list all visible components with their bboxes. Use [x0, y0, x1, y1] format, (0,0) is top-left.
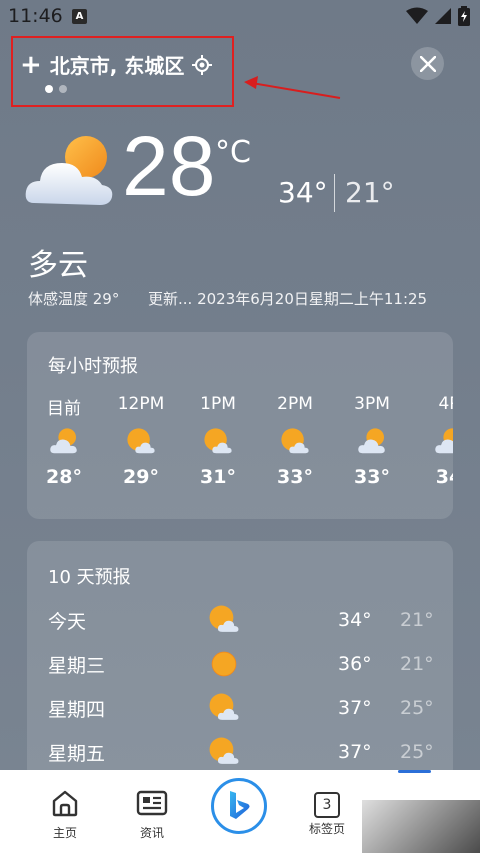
add-location-icon[interactable]: + — [20, 52, 42, 78]
page-dot-active — [45, 85, 53, 93]
sun-cloud-icon — [209, 737, 239, 764]
today-high: 34° — [278, 176, 328, 209]
hourly-icon-wrap — [111, 420, 171, 464]
hourly-item: 4P 34 — [419, 394, 453, 488]
hourly-icon-wrap — [188, 420, 248, 464]
active-indicator — [398, 770, 431, 773]
hourly-temp: 34 — [435, 466, 453, 488]
daily-row[interactable]: 今天 34° 21° — [27, 601, 453, 641]
daily-high: 36° — [338, 653, 372, 675]
nav-tabs[interactable]: 3 标签页 — [297, 788, 357, 837]
partly-cloudy-icon — [25, 136, 113, 205]
hourly-temp: 28° — [46, 466, 82, 488]
hourly-time: 目前 — [47, 399, 81, 419]
news-icon — [136, 790, 168, 816]
hourly-time: 4P — [438, 394, 453, 414]
page-indicator — [45, 85, 67, 93]
daily-icon-wrap — [207, 691, 241, 729]
sun-icon — [211, 651, 237, 677]
hourly-icon-wrap — [34, 420, 94, 464]
current-temperature: 28 — [122, 119, 216, 213]
location-name: 北京市, 东城区 — [49, 54, 185, 78]
today-low: 21° — [345, 176, 395, 209]
close-icon — [419, 55, 436, 72]
sun-cloud-icon — [209, 693, 239, 720]
hourly-icon-wrap — [342, 420, 402, 464]
daily-high: 37° — [338, 697, 372, 719]
hourly-icon-wrap — [419, 420, 453, 464]
hourly-item: 3PM 33° — [342, 394, 402, 488]
daily-row[interactable]: 星期五 37° 25° — [27, 733, 453, 773]
daily-low: 25° — [400, 697, 434, 719]
hourly-temp: 33° — [354, 466, 390, 488]
hourly-temp: 31° — [200, 466, 236, 488]
nav-news[interactable]: 资讯 — [122, 788, 182, 841]
hourly-title: 每小时预报 — [48, 356, 138, 377]
daily-high: 34° — [338, 609, 372, 631]
daily-icon-wrap — [207, 647, 241, 685]
signal-icon — [435, 8, 451, 24]
sun-cloud-icon — [204, 428, 232, 454]
daily-icon-wrap — [207, 735, 241, 773]
sun-cloud-icon — [127, 428, 155, 454]
sun-cloud-icon — [281, 428, 309, 454]
partly-cloudy-icon — [50, 428, 77, 454]
hourly-time: 2PM — [277, 394, 313, 414]
status-icons — [406, 6, 470, 26]
hourly-icon-wrap — [265, 420, 325, 464]
updated-time: 更新... 2023年6月20日星期二上午11:25 — [148, 290, 428, 308]
hourly-temp: 29° — [123, 466, 159, 488]
daily-day: 星期五 — [48, 743, 106, 765]
temperature-unit: °C — [215, 135, 251, 170]
wifi-icon — [406, 7, 428, 24]
daily-icon-wrap — [207, 603, 241, 641]
nav-home[interactable]: 主页 — [35, 788, 95, 841]
daily-forecast-card[interactable]: 10 天预报 今天 34° 21° 星期三 36° 21° 星期四 37° 25° 星期五 37° 2… — [27, 541, 453, 781]
nav-tabs-label: 标签页 — [308, 822, 345, 836]
tab-count-icon: 3 — [314, 792, 340, 818]
battery-icon — [458, 6, 470, 26]
bing-icon — [230, 791, 250, 819]
daily-high: 37° — [338, 741, 372, 763]
daily-row[interactable]: 星期三 36° 21° — [27, 645, 453, 685]
daily-low: 21° — [400, 609, 434, 631]
hourly-time: 3PM — [354, 394, 390, 414]
daily-low: 25° — [400, 741, 434, 763]
hourly-time: 1PM — [200, 394, 236, 414]
daily-day: 今天 — [48, 611, 87, 633]
daily-day: 星期三 — [48, 655, 106, 677]
notification-icon: A — [72, 9, 87, 24]
corner-overlay — [362, 800, 480, 853]
hourly-item: 12PM 29° — [111, 394, 171, 488]
hourly-item: 1PM 31° — [188, 394, 248, 488]
daily-title: 10 天预报 — [48, 567, 131, 588]
hourly-item: 2PM 33° — [265, 394, 325, 488]
high-low-divider — [334, 174, 335, 212]
nav-news-label: 资讯 — [139, 826, 164, 840]
locate-icon[interactable] — [192, 54, 213, 75]
feels-like: 体感温度 29° — [28, 290, 120, 308]
status-bar: 11:46 A — [0, 0, 480, 34]
hourly-time: 12PM — [117, 394, 165, 414]
nav-home-label: 主页 — [52, 826, 77, 840]
bing-button[interactable] — [211, 778, 267, 834]
daily-row[interactable]: 星期四 37° 25° — [27, 689, 453, 729]
annotation-arrow — [244, 76, 341, 99]
daily-day: 星期四 — [48, 699, 106, 721]
sun-cloud-icon — [209, 605, 239, 632]
hourly-forecast-card[interactable]: 每小时预报 目前 28° 12PM 29° 1PM 31° 2PM 33° 3PM 33° 4P 34 — [27, 332, 453, 519]
partly-cloudy-icon — [358, 428, 385, 454]
daily-low: 21° — [400, 653, 434, 675]
page-dot — [59, 85, 67, 93]
home-icon — [52, 790, 78, 817]
hourly-item: 目前 28° — [34, 394, 94, 488]
hourly-temp: 33° — [277, 466, 313, 488]
weather-condition: 多云 — [28, 248, 88, 283]
close-button[interactable] — [411, 47, 444, 80]
partly-cloudy-icon — [435, 428, 453, 454]
status-time: 11:46 — [8, 5, 63, 27]
location-header[interactable]: + 北京市, 东城区 — [20, 50, 213, 79]
